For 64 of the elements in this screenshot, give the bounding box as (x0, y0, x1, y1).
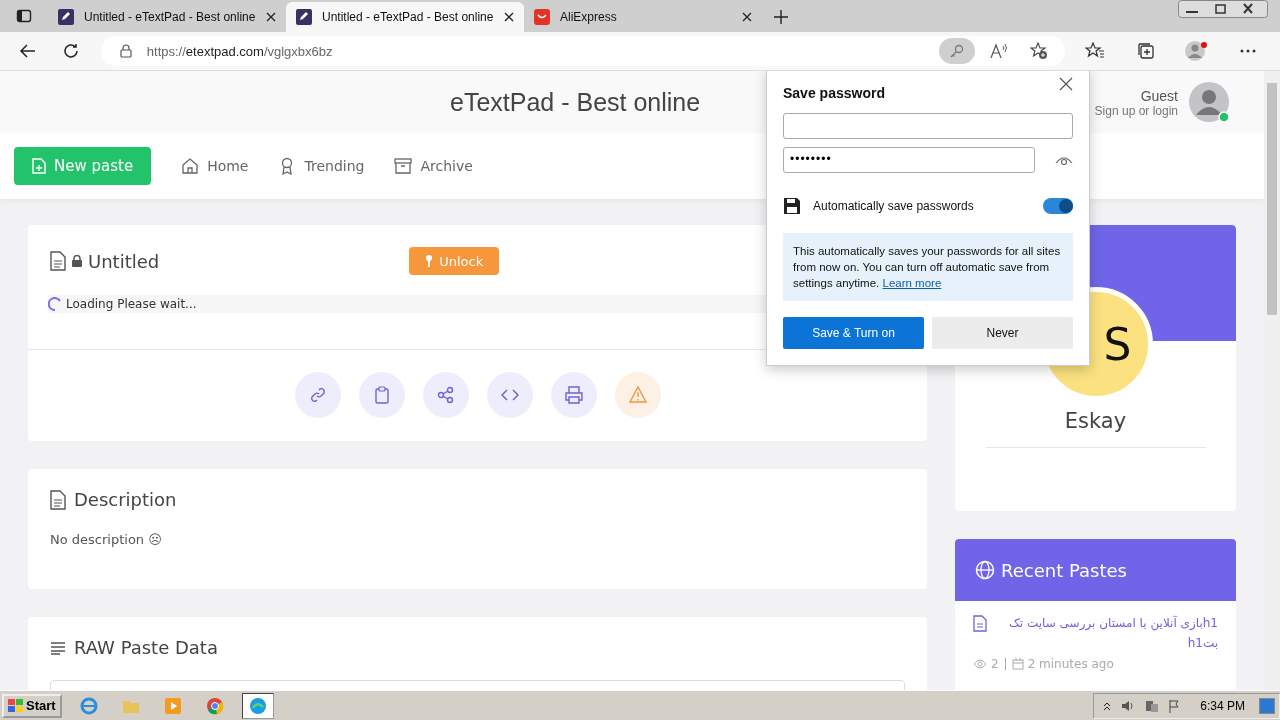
shopping-bag-icon (534, 9, 550, 25)
nav-link[interactable]: Trending (278, 157, 365, 175)
section-title: Description (74, 489, 177, 510)
eye-icon[interactable] (1055, 154, 1073, 166)
browser-tab[interactable]: Untitled - eTextPad - Best online (286, 2, 524, 32)
login-link[interactable]: Sign up or login (1094, 104, 1178, 118)
profile-name: Eskay (985, 409, 1206, 448)
clipboard-icon[interactable] (358, 372, 405, 418)
file-plus-icon (32, 158, 46, 174)
close-icon[interactable] (504, 12, 514, 22)
loading-text: Loading Please wait... (66, 297, 197, 311)
edge-icon[interactable] (241, 692, 274, 719)
username-field[interactable] (783, 113, 1073, 139)
start-button[interactable]: Start (2, 693, 62, 718)
password-field[interactable]: •••••••• (783, 147, 1035, 173)
lock-icon (72, 255, 82, 267)
paste-link[interactable]: h1بازی آنلاین با امستان بررسی سایت تک بتh1 (993, 613, 1218, 653)
globe-icon (975, 560, 995, 580)
info-note: This automatically saves your passwords for all sites from now on. You can turn off automatic save from settings anytime. Learn more (783, 233, 1073, 301)
dialog-title: Save password (783, 85, 885, 101)
nav-link[interactable]: Archive (394, 157, 473, 175)
nav-link[interactable]: Home (181, 157, 249, 175)
spinner-icon (48, 297, 62, 311)
browser-tab[interactable]: Untitled - eTextPad - Best online (48, 2, 286, 32)
browser-tab[interactable]: AliExpress (524, 2, 762, 32)
home-icon (181, 157, 200, 175)
clock: 6:34 PM (1200, 698, 1245, 713)
archive-icon (394, 157, 413, 175)
document-icon (973, 615, 987, 632)
show-desktop-icon[interactable] (1259, 697, 1275, 714)
windows-logo-icon (8, 698, 24, 713)
calendar-icon (1011, 658, 1024, 670)
lock-icon (118, 44, 133, 58)
document-icon (50, 489, 66, 510)
key-icon[interactable] (938, 38, 975, 64)
auto-save-label: Automatically save passwords (813, 199, 975, 213)
view-count: 2 (991, 657, 999, 671)
new-tab-icon[interactable] (774, 10, 788, 24)
close-icon[interactable] (742, 12, 752, 22)
site-title: eTextPad - Best online (450, 87, 701, 117)
window-controls-icon[interactable] (1178, 0, 1268, 18)
address-field[interactable]: https://etextpad.com/vglgxbx6bz (100, 36, 1065, 66)
auto-save-toggle[interactable] (1043, 198, 1073, 214)
paste-title: Untitled (88, 250, 160, 272)
document-icon (50, 251, 66, 271)
key-icon (425, 255, 434, 267)
notepad-icon (58, 9, 74, 25)
print-icon[interactable] (550, 372, 597, 418)
scrollbar[interactable] (1264, 71, 1280, 690)
avatar-icon[interactable] (1188, 81, 1232, 125)
close-icon[interactable] (266, 12, 276, 22)
section-title: RAW Paste Data (74, 637, 218, 658)
recent-pastes-title: Recent Pastes (1001, 559, 1127, 581)
never-button[interactable]: Never (932, 317, 1073, 349)
save-button[interactable]: Save & Turn on (783, 317, 924, 349)
description-text: No description ☹ (50, 532, 163, 547)
notepad-icon (296, 9, 312, 25)
paste-time: 2 minutes ago (1027, 657, 1114, 671)
share-icon[interactable] (422, 372, 469, 418)
user-name: Guest (1140, 88, 1178, 104)
lines-icon (50, 640, 66, 655)
eye-icon (973, 659, 987, 669)
learn-more-link[interactable]: Learn more (882, 277, 942, 289)
close-icon[interactable] (1059, 77, 1073, 91)
